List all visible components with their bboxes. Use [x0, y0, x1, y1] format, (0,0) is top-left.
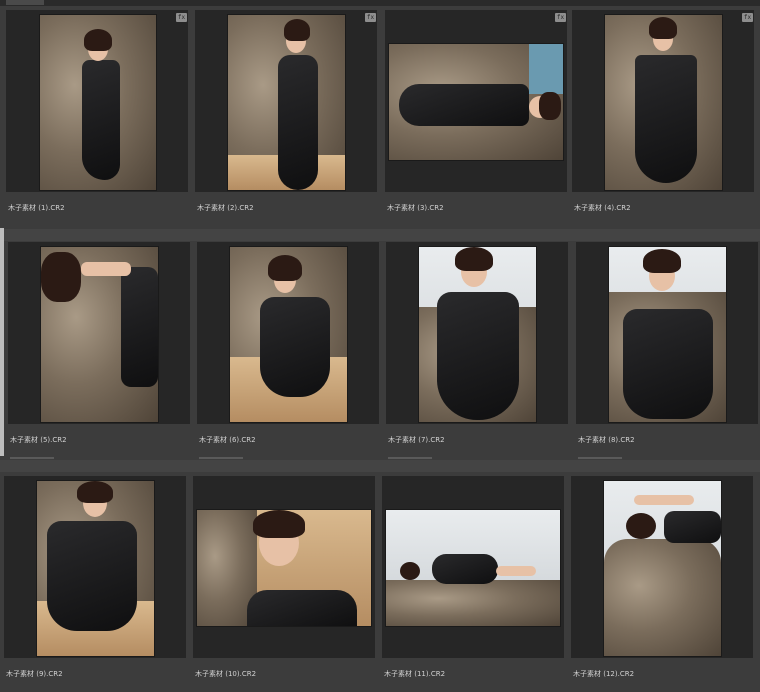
- figure: [82, 60, 120, 180]
- thumbnail-cell-4[interactable]: fx: [572, 10, 754, 192]
- figure: [260, 297, 330, 397]
- figure: [437, 292, 519, 420]
- badge-icon: fx: [365, 13, 376, 22]
- figure-hair: [284, 19, 310, 41]
- figure: [121, 267, 158, 387]
- thumbnail-cell-10[interactable]: [193, 476, 375, 658]
- thumbnail-cell-7[interactable]: [386, 242, 568, 424]
- thumbnail-cell-5[interactable]: [8, 242, 190, 424]
- thumbnail-filename[interactable]: 木子素材 (9).CR2: [6, 669, 63, 679]
- thumbnail-filename[interactable]: 木子素材 (1).CR2: [8, 203, 65, 213]
- badge-icon: fx: [555, 13, 566, 22]
- figure-hair: [455, 247, 493, 271]
- figure-hair: [400, 562, 420, 580]
- photo-thumbnail[interactable]: [604, 481, 721, 656]
- thumbnail-filename[interactable]: 木子素材 (8).CR2: [578, 435, 635, 445]
- photo-thumbnail[interactable]: [419, 247, 536, 422]
- figure-hair: [268, 255, 302, 281]
- thumbnail-filename[interactable]: 木子素材 (5).CR2: [10, 435, 67, 445]
- figure-hair: [84, 29, 112, 51]
- top-strip: [0, 0, 760, 6]
- label-underline: [10, 457, 54, 459]
- figure-hair: [77, 481, 113, 503]
- figure-hair: [643, 249, 681, 273]
- figure: [623, 309, 713, 419]
- label-underline: [578, 457, 622, 459]
- figure-hair: [649, 17, 677, 39]
- thumbnail-filename[interactable]: 木子素材 (6).CR2: [199, 435, 256, 445]
- label-underline: [199, 457, 243, 459]
- figure-legs: [496, 566, 536, 576]
- figure-hair: [41, 252, 81, 302]
- badge-icon: fx: [742, 13, 753, 22]
- rocks: [386, 580, 560, 626]
- figure: [278, 55, 318, 190]
- thumbnail-cell-2[interactable]: fx: [195, 10, 377, 192]
- thumbnail-filename[interactable]: 木子素材 (3).CR2: [387, 203, 444, 213]
- photo-thumbnail[interactable]: [605, 15, 722, 190]
- thumbnail-cell-11[interactable]: [382, 476, 564, 658]
- thumbnail-filename[interactable]: 木子素材 (11).CR2: [384, 669, 445, 679]
- thumbnail-cell-8[interactable]: [576, 242, 758, 424]
- photo-thumbnail[interactable]: [389, 44, 563, 160]
- figure-hair: [253, 510, 305, 538]
- figure-hair: [626, 513, 656, 539]
- thumbnail-filename[interactable]: 木子素材 (7).CR2: [388, 435, 445, 445]
- figure: [247, 590, 357, 626]
- rocks: [604, 539, 721, 656]
- thumbnail-cell-3[interactable]: fx: [385, 10, 567, 192]
- thumbnail-filename[interactable]: 木子素材 (4).CR2: [574, 203, 631, 213]
- thumbnail-cell-1[interactable]: fx: [6, 10, 188, 192]
- photo-thumbnail[interactable]: [386, 510, 560, 626]
- row-separator: [0, 229, 760, 241]
- figure: [47, 521, 137, 631]
- photo-thumbnail[interactable]: [41, 247, 158, 422]
- photo-thumbnail[interactable]: [230, 247, 347, 422]
- photo-thumbnail[interactable]: [40, 15, 156, 190]
- background-element: [529, 44, 563, 94]
- figure-arm: [634, 495, 694, 505]
- label-underline: [388, 457, 432, 459]
- photo-thumbnail[interactable]: [197, 510, 371, 626]
- figure-arm: [81, 262, 131, 276]
- figure: [635, 55, 697, 183]
- figure: [399, 84, 529, 126]
- thumbnail-filename[interactable]: 木子素材 (2).CR2: [197, 203, 254, 213]
- row-separator: [0, 460, 760, 472]
- photo-thumbnail[interactable]: [37, 481, 154, 656]
- thumbnail-cell-12[interactable]: [571, 476, 753, 658]
- photo-thumbnail[interactable]: [228, 15, 345, 190]
- thumbnail-filename[interactable]: 木子素材 (10).CR2: [195, 669, 256, 679]
- figure: [664, 511, 721, 543]
- badge-icon: fx: [176, 13, 187, 22]
- thumbnail-cell-9[interactable]: [4, 476, 186, 658]
- thumbnail-cell-6[interactable]: [197, 242, 379, 424]
- thumbnail-filename[interactable]: 木子素材 (12).CR2: [573, 669, 634, 679]
- scroll-edge: [0, 228, 4, 456]
- top-tab[interactable]: [6, 0, 44, 5]
- figure: [432, 554, 498, 584]
- figure-hair: [539, 92, 561, 120]
- photo-thumbnail[interactable]: [609, 247, 726, 422]
